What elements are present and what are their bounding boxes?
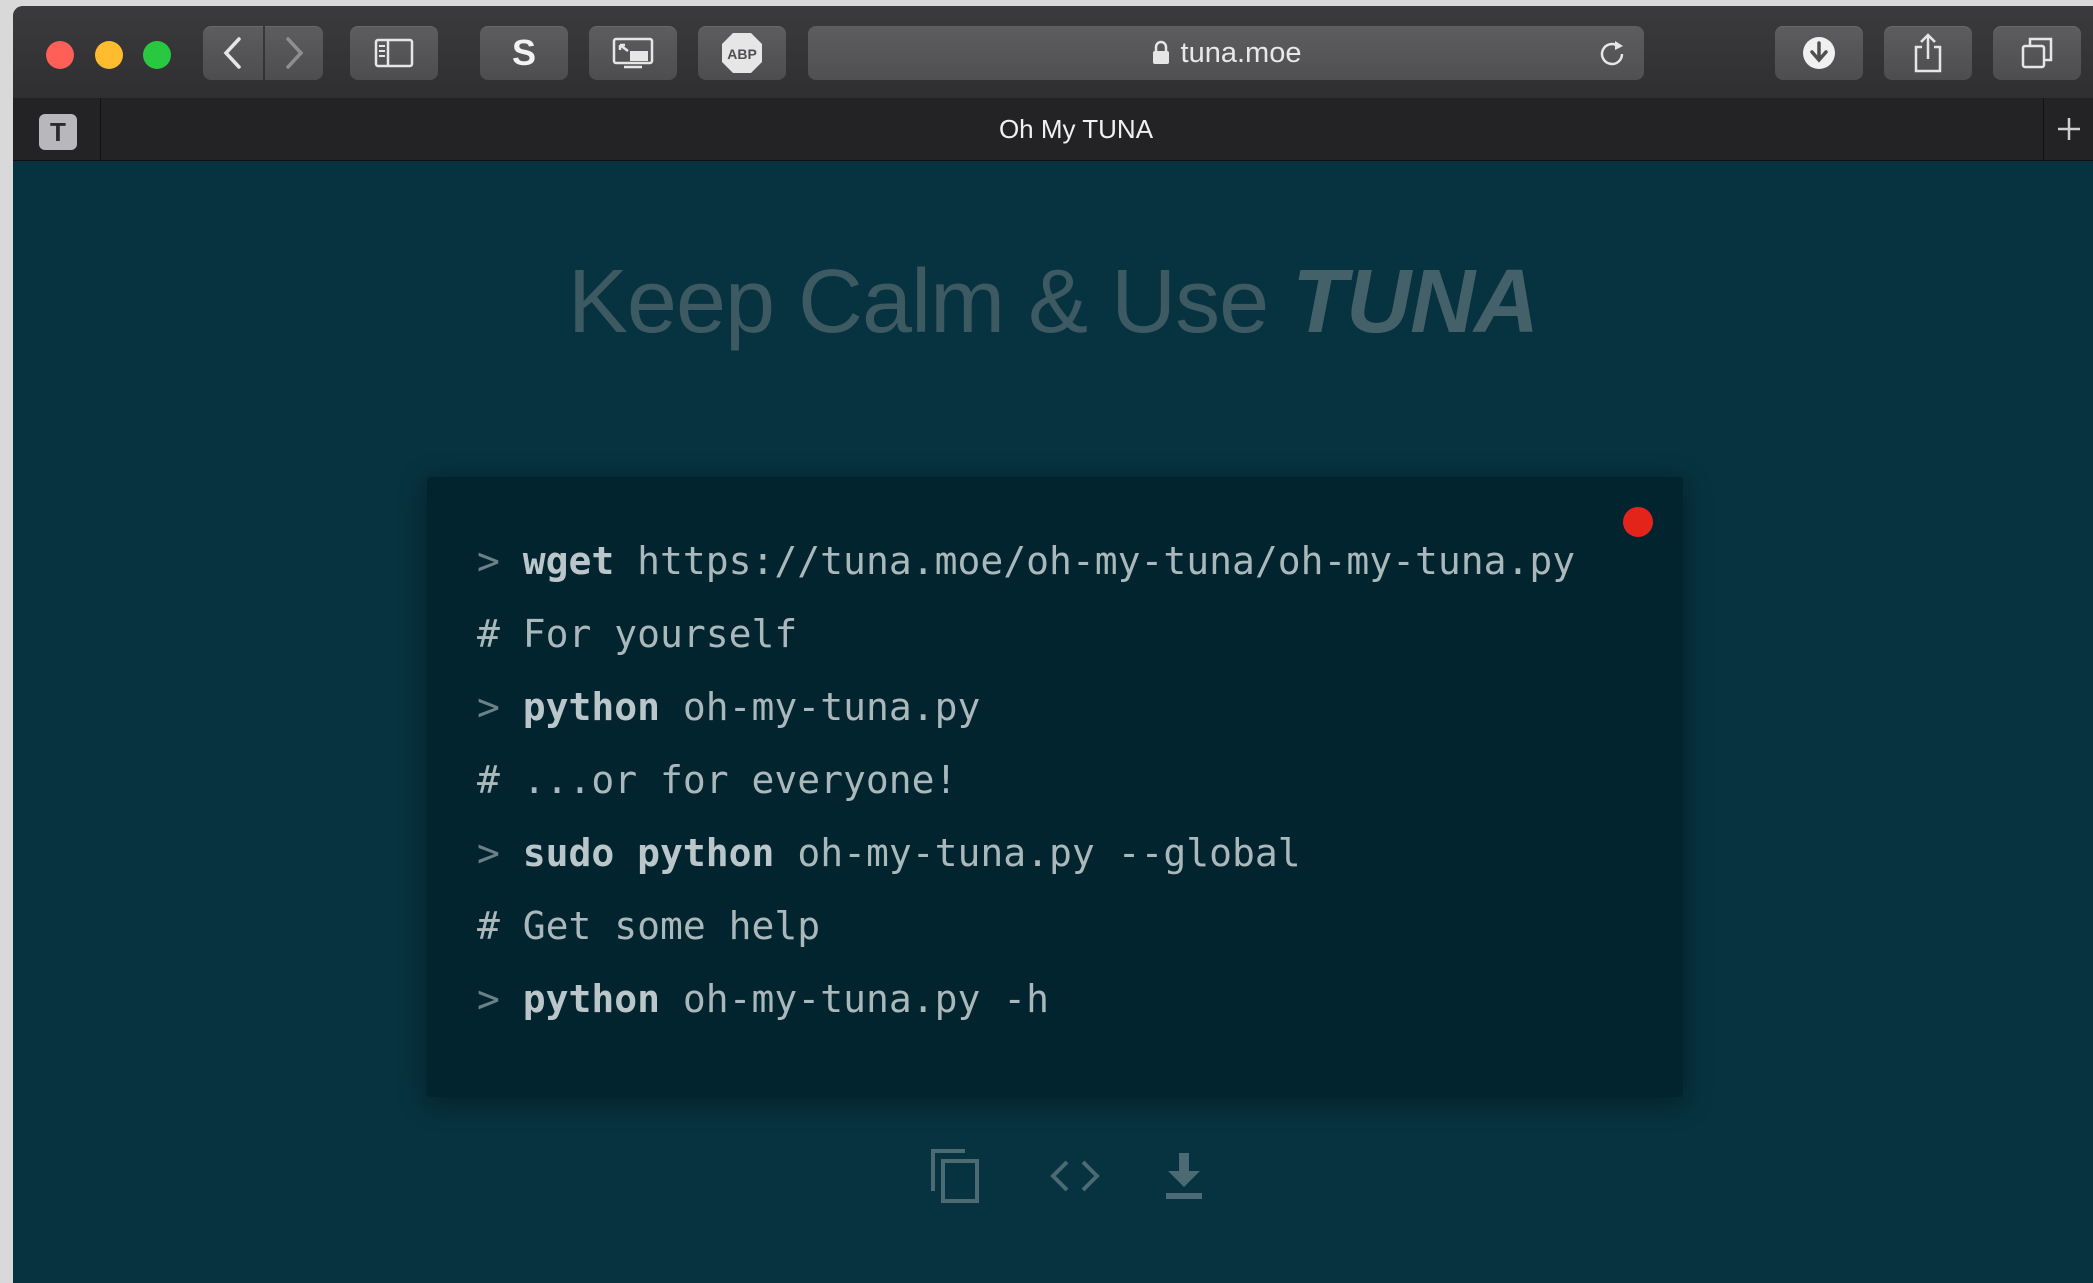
terminal-comment: # Get some help	[477, 904, 821, 948]
s-extension-icon: S	[511, 32, 536, 73]
share-button[interactable]	[1884, 26, 1972, 80]
tabs-overview-icon	[2021, 37, 2053, 69]
adblock-icon: ABP	[722, 33, 762, 73]
adblock-button[interactable]: ABP	[698, 26, 786, 80]
share-icon	[1914, 33, 1942, 73]
back-button[interactable]	[203, 26, 263, 80]
terminal-lines: > wget https://tuna.moe/oh-my-tuna/oh-my…	[477, 525, 1575, 1036]
s-extension-button[interactable]: S	[480, 26, 568, 80]
new-tab-button[interactable]	[2043, 98, 2093, 160]
copy-button[interactable]	[925, 1146, 985, 1206]
zoom-window-button[interactable]	[143, 41, 171, 69]
page-title: Keep Calm & Use TUNA	[567, 252, 1539, 352]
tabs-overview-button[interactable]	[1993, 26, 2081, 80]
terminal-line: > python oh-my-tuna.py -h	[477, 977, 1049, 1021]
back-icon	[223, 37, 241, 69]
record-dot-icon	[1623, 507, 1653, 537]
web-page: Keep Calm & Use TUNA > wget https://tuna…	[13, 161, 2093, 1283]
view-source-button[interactable]	[1045, 1146, 1105, 1206]
picture-in-picture-button[interactable]	[589, 26, 677, 80]
tab-bar: T Oh My TUNA	[13, 98, 2093, 161]
browser-window: S ABP tuna.moe T Oh My TUNA Keep Calm & …	[13, 6, 2093, 1283]
sidebar-icon	[374, 38, 414, 68]
tab-title: Oh My TUNA	[998, 113, 1154, 144]
browser-toolbar: S ABP tuna.moe	[13, 6, 2093, 99]
reload-icon[interactable]	[1596, 38, 1628, 70]
terminal-comment: # ...or for everyone!	[477, 758, 958, 802]
url-text: tuna.moe	[1180, 36, 1302, 69]
download-script-button[interactable]	[1154, 1146, 1214, 1206]
tab-active[interactable]: Oh My TUNA	[101, 98, 2051, 160]
lock-icon	[1152, 40, 1169, 64]
picture-in-picture-icon	[612, 37, 654, 69]
terminal-actions	[13, 1146, 2093, 1206]
terminal-line: > python oh-my-tuna.py	[477, 685, 981, 729]
brand-name: TUNA	[1292, 252, 1539, 352]
tab-favicon: T	[39, 114, 77, 150]
svg-text:ABP: ABP	[727, 46, 757, 62]
download-icon	[1803, 37, 1835, 69]
copy-icon	[931, 1149, 979, 1203]
close-window-button[interactable]	[46, 41, 74, 69]
minimize-window-button[interactable]	[95, 41, 123, 69]
address-bar[interactable]: tuna.moe	[808, 26, 1644, 80]
new-tab-icon	[2058, 118, 2080, 140]
forward-icon	[286, 37, 304, 69]
terminal-line: > wget https://tuna.moe/oh-my-tuna/oh-my…	[477, 539, 1576, 583]
downloads-button[interactable]	[1775, 26, 1863, 80]
terminal-panel: > wget https://tuna.moe/oh-my-tuna/oh-my…	[427, 477, 1683, 1097]
terminal-line: > sudo python oh-my-tuna.py --global	[477, 831, 1301, 875]
download-icon	[1166, 1153, 1202, 1199]
forward-button[interactable]	[265, 26, 323, 80]
code-icon	[1050, 1160, 1100, 1192]
sidebar-button[interactable]	[350, 26, 438, 80]
terminal-comment: # For yourself	[477, 612, 798, 656]
